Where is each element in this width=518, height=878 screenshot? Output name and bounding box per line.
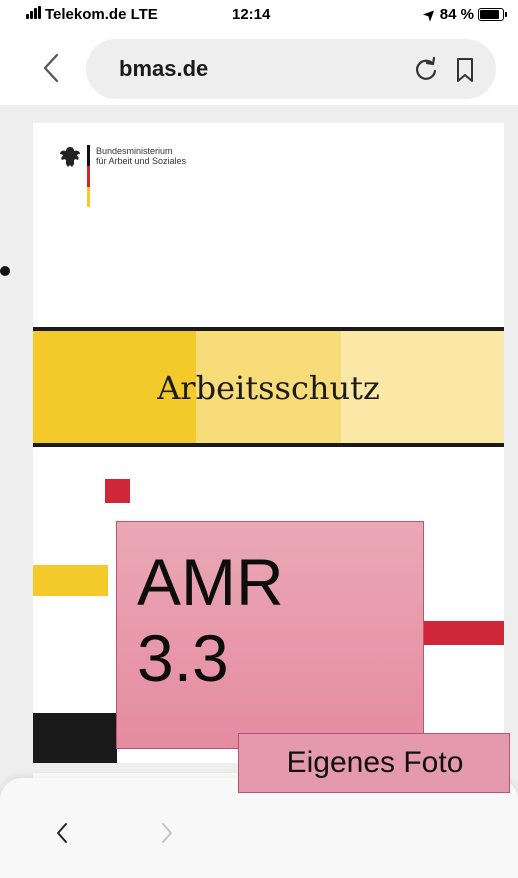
black-block [33,713,117,763]
bottom-toolbar [0,778,518,878]
ministry-name: Bundesministerium für Arbeit und Soziale… [96,146,186,166]
carrier-label: Telekom.de LTE [45,6,158,23]
reload-icon[interactable] [412,56,440,84]
url-text: bmas.de [119,56,209,81]
battery-status: ➤ 84 % [420,4,507,24]
back-arrow-icon[interactable] [55,822,69,844]
status-bar: Telekom.de LTE 12:14 ➤ 84 % [0,0,518,30]
address-bar[interactable]: bmas.de [86,39,496,99]
clock: 12:14 [232,6,271,23]
bullet-dot [0,266,10,276]
battery-percent: 84 % [439,6,474,23]
forward-arrow-icon[interactable] [160,822,174,844]
ministry-line-1: Bundesministerium [96,146,173,156]
ministry-line-2: für Arbeit und Soziales [96,156,187,166]
battery-icon [478,8,507,21]
federal-eagle-icon [60,147,80,167]
band-bottom-line [33,443,504,447]
bookmark-icon[interactable] [454,56,476,84]
red-bar [421,621,504,645]
location-arrow-icon: ➤ [419,4,440,24]
red-square [105,479,130,503]
amr-label-text: AMR 3.3 [137,544,284,696]
carrier: Telekom.de LTE [26,6,158,23]
document-title: Arbeitsschutz [157,369,380,407]
amr-label-overlay: AMR 3.3 [116,521,424,749]
german-flag-stripe [87,145,90,207]
signal-icon [26,6,42,23]
label-line-1: AMR [137,545,284,619]
yellow-bar [33,565,108,596]
photo-caption-box: Eigenes Foto [238,733,510,793]
back-icon[interactable] [40,52,62,84]
photo-caption: Eigenes Foto [286,746,464,779]
label-line-2: 3.3 [137,621,229,695]
